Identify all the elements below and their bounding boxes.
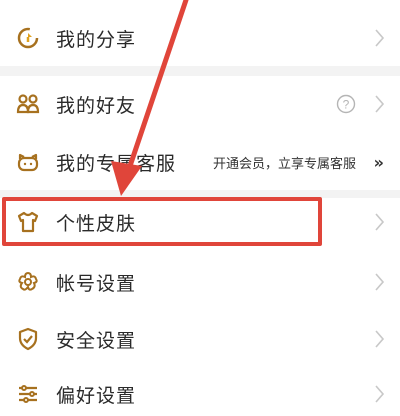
annotation-arrow <box>111 0 189 196</box>
